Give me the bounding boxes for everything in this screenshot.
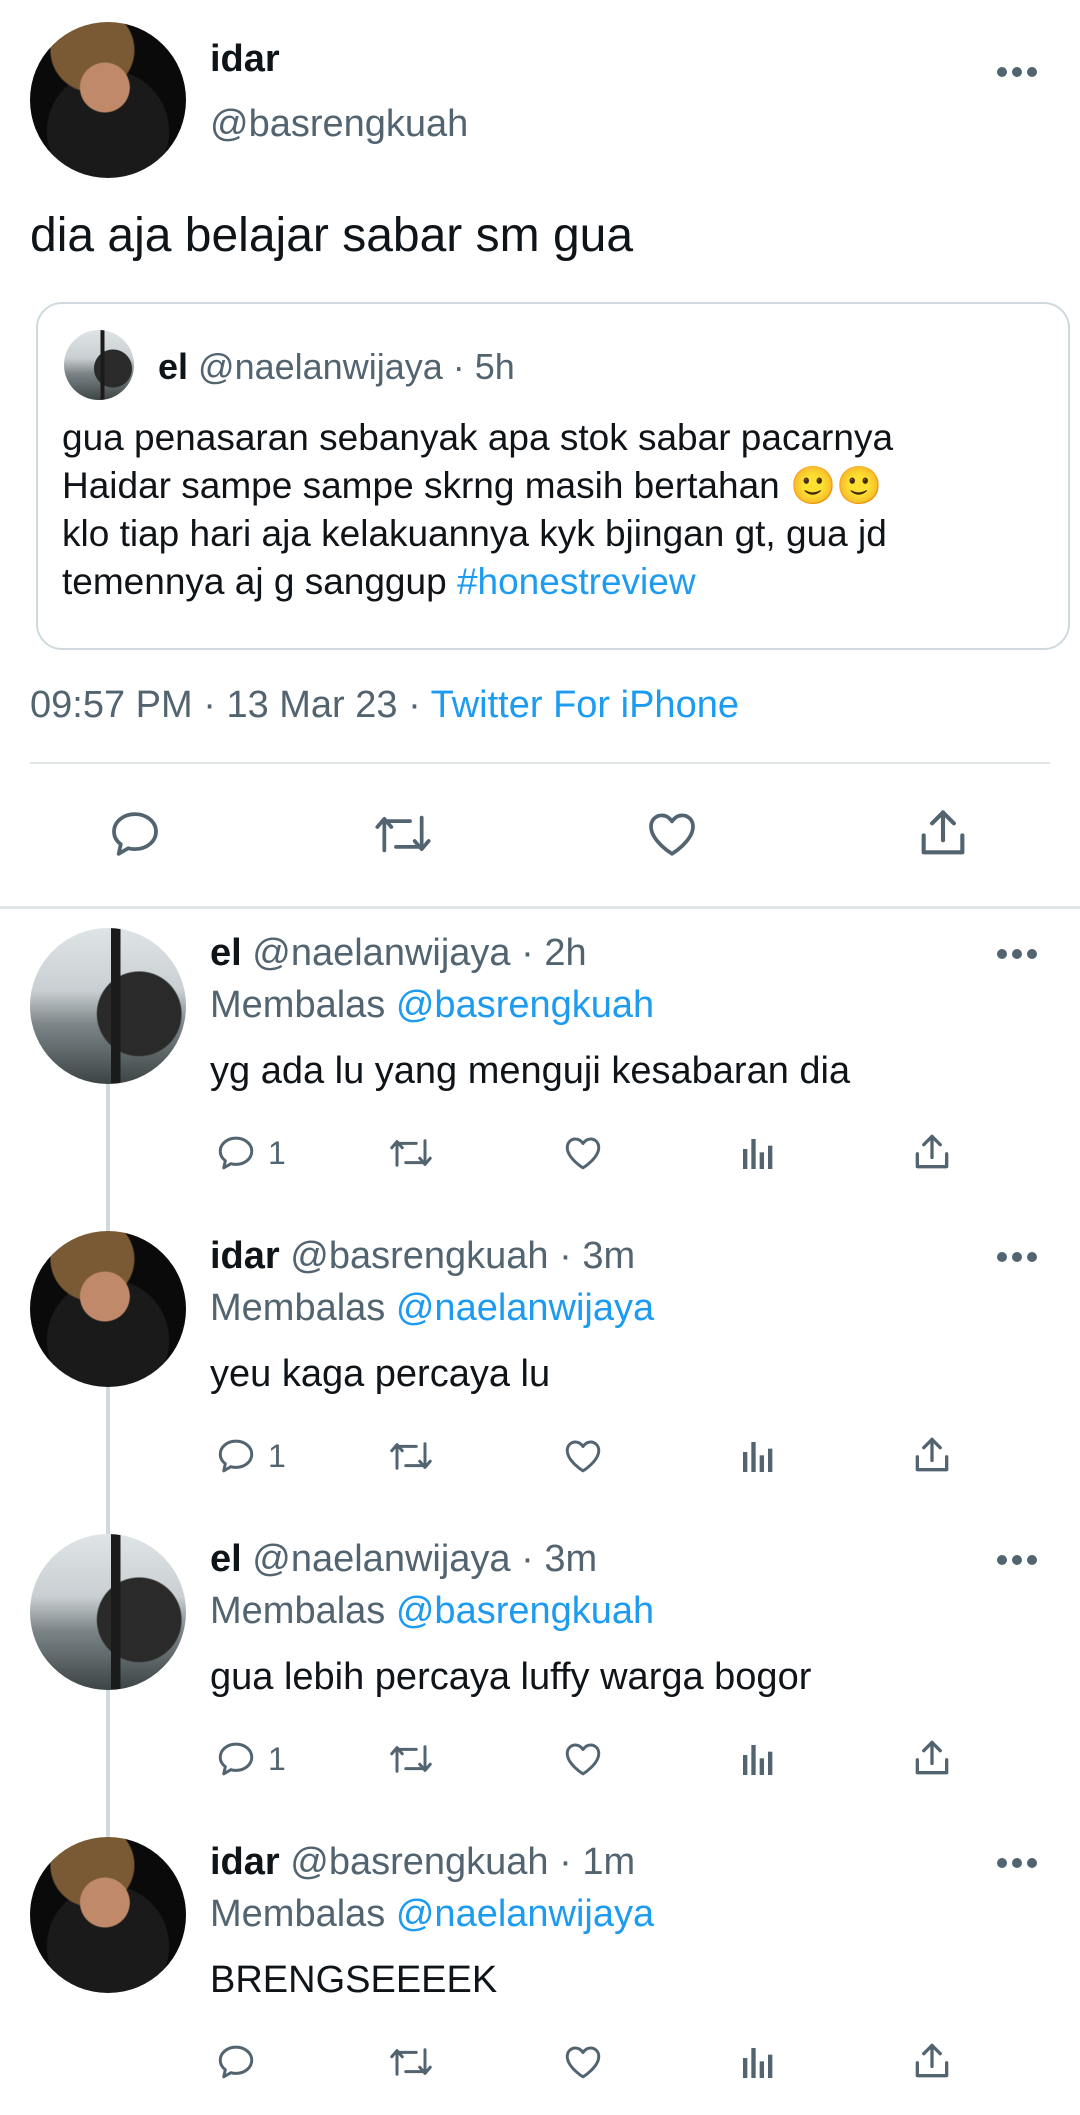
author-handle[interactable]: @basrengkuah (210, 103, 468, 146)
reply-button[interactable]: 1 (214, 1132, 286, 1174)
reply-age: 3m (582, 1235, 636, 1277)
avatar[interactable] (30, 928, 186, 1084)
replying-label: Membalas (210, 1893, 386, 1935)
separator: · (548, 1841, 583, 1883)
reply-icon (218, 1742, 254, 1776)
quoted-line: klo tiap hari aja kelakuannya kyk bjinga… (62, 513, 887, 554)
reply-count: 1 (268, 1740, 286, 1777)
reply-text: yg ada lu yang menguji kesabaran dia (210, 1050, 851, 1092)
like-icon[interactable] (560, 1738, 606, 1780)
avatar[interactable] (30, 1534, 186, 1690)
reply-button[interactable]: 1 (214, 1738, 286, 1780)
quoted-age: 5h (474, 346, 515, 387)
reply-author-handle[interactable]: @naelanwijaya (252, 932, 510, 974)
quoted-author-name: el (158, 346, 189, 387)
reply-author-name[interactable]: el (210, 1538, 242, 1580)
replying-label: Membalas (210, 1590, 386, 1632)
replying-label: Membalas (210, 1287, 386, 1329)
separator: · (510, 932, 545, 974)
reply-button[interactable]: 1 (214, 1435, 286, 1477)
reply-author-name[interactable]: idar (210, 1841, 280, 1883)
reply-icon (218, 2045, 254, 2079)
views-icon[interactable] (738, 2043, 778, 2083)
share-icon[interactable] (910, 2039, 954, 2083)
quoted-line: temennya aj g sanggup #honestreview (62, 561, 696, 602)
reply-icon[interactable] (106, 806, 164, 862)
retweet-icon[interactable] (370, 806, 436, 862)
like-icon[interactable] (642, 806, 702, 862)
reply-age: 3m (544, 1538, 598, 1580)
replying-to-link[interactable]: @naelanwijaya (396, 1893, 654, 1935)
share-icon[interactable] (914, 804, 972, 862)
retweet-icon[interactable] (386, 1738, 436, 1780)
retweet-icon[interactable] (386, 1132, 436, 1174)
quoted-author-handle: @naelanwijaya (198, 346, 443, 387)
share-icon[interactable] (910, 1433, 954, 1477)
tweet-source-link[interactable]: Twitter For iPhone (431, 684, 739, 726)
reply-text: gua lebih percaya luffy warga bogor (210, 1656, 812, 1698)
reply-icon (218, 1136, 254, 1170)
separator: · (548, 1235, 583, 1277)
reply-count: 1 (268, 1134, 286, 1171)
replying-label: Membalas (210, 984, 386, 1026)
avatar[interactable] (30, 22, 186, 178)
quoted-tweet-card[interactable]: el @naelanwijaya · 5h gua penasaran seba… (36, 302, 1070, 650)
separator: · (510, 1538, 545, 1580)
like-icon[interactable] (560, 2041, 606, 2083)
more-icon[interactable] (996, 1857, 1038, 1869)
quoted-text: gua penasaran sebanyak apa stok sabar pa… (62, 414, 893, 606)
share-icon[interactable] (910, 1130, 954, 1174)
replying-to-link[interactable]: @basrengkuah (396, 1590, 654, 1632)
divider (0, 906, 1080, 909)
avatar[interactable] (30, 1231, 186, 1387)
views-icon[interactable] (738, 1437, 778, 1477)
thread-line (106, 1082, 110, 1842)
divider (30, 762, 1050, 764)
reply-author-handle[interactable]: @basrengkuah (290, 1235, 548, 1277)
reply-text: yeu kaga percaya lu (210, 1353, 551, 1395)
tweet-time: 09:57 PM (30, 684, 193, 726)
avatar[interactable] (30, 1837, 186, 1993)
retweet-icon[interactable] (386, 2041, 436, 2083)
more-icon[interactable] (996, 66, 1038, 78)
reply-age: 1m (582, 1841, 636, 1883)
reply-author-handle[interactable]: @naelanwijaya (252, 1538, 510, 1580)
like-icon[interactable] (560, 1435, 606, 1477)
tweet-date: 13 Mar 23 (226, 684, 398, 726)
retweet-icon[interactable] (386, 1435, 436, 1477)
reply-age: 2h (544, 932, 587, 974)
quoted-line: gua penasaran sebanyak apa stok sabar pa… (62, 417, 894, 458)
more-icon[interactable] (996, 948, 1038, 960)
reply-author-handle[interactable]: @basrengkuah (290, 1841, 548, 1883)
tweet-text: dia aja belajar sabar sm gua (30, 209, 634, 262)
separator: · (442, 346, 475, 387)
tweet-timestamp: 09:57 PM · 13 Mar 23 · Twitter For iPhon… (30, 684, 739, 726)
more-icon[interactable] (996, 1554, 1038, 1566)
like-icon[interactable] (560, 1132, 606, 1174)
reply-author-name[interactable]: el (210, 932, 242, 974)
hashtag-link[interactable]: #honestreview (457, 561, 696, 602)
avatar (64, 330, 134, 400)
share-icon[interactable] (910, 1736, 954, 1780)
reply-button[interactable] (214, 2041, 268, 2083)
views-icon[interactable] (738, 1740, 778, 1780)
reply-author-name[interactable]: idar (210, 1235, 280, 1277)
replying-to-link[interactable]: @naelanwijaya (396, 1287, 654, 1329)
quoted-line: Haidar sampe sampe skrng masih bertahan … (62, 465, 883, 506)
author-display-name[interactable]: idar (210, 38, 280, 81)
more-icon[interactable] (996, 1251, 1038, 1263)
reply-icon (218, 1439, 254, 1473)
replying-to-link[interactable]: @basrengkuah (396, 984, 654, 1026)
views-icon[interactable] (738, 1134, 778, 1174)
reply-count: 1 (268, 1437, 286, 1474)
reply-text: BRENGSEEEEK (210, 1959, 498, 2001)
